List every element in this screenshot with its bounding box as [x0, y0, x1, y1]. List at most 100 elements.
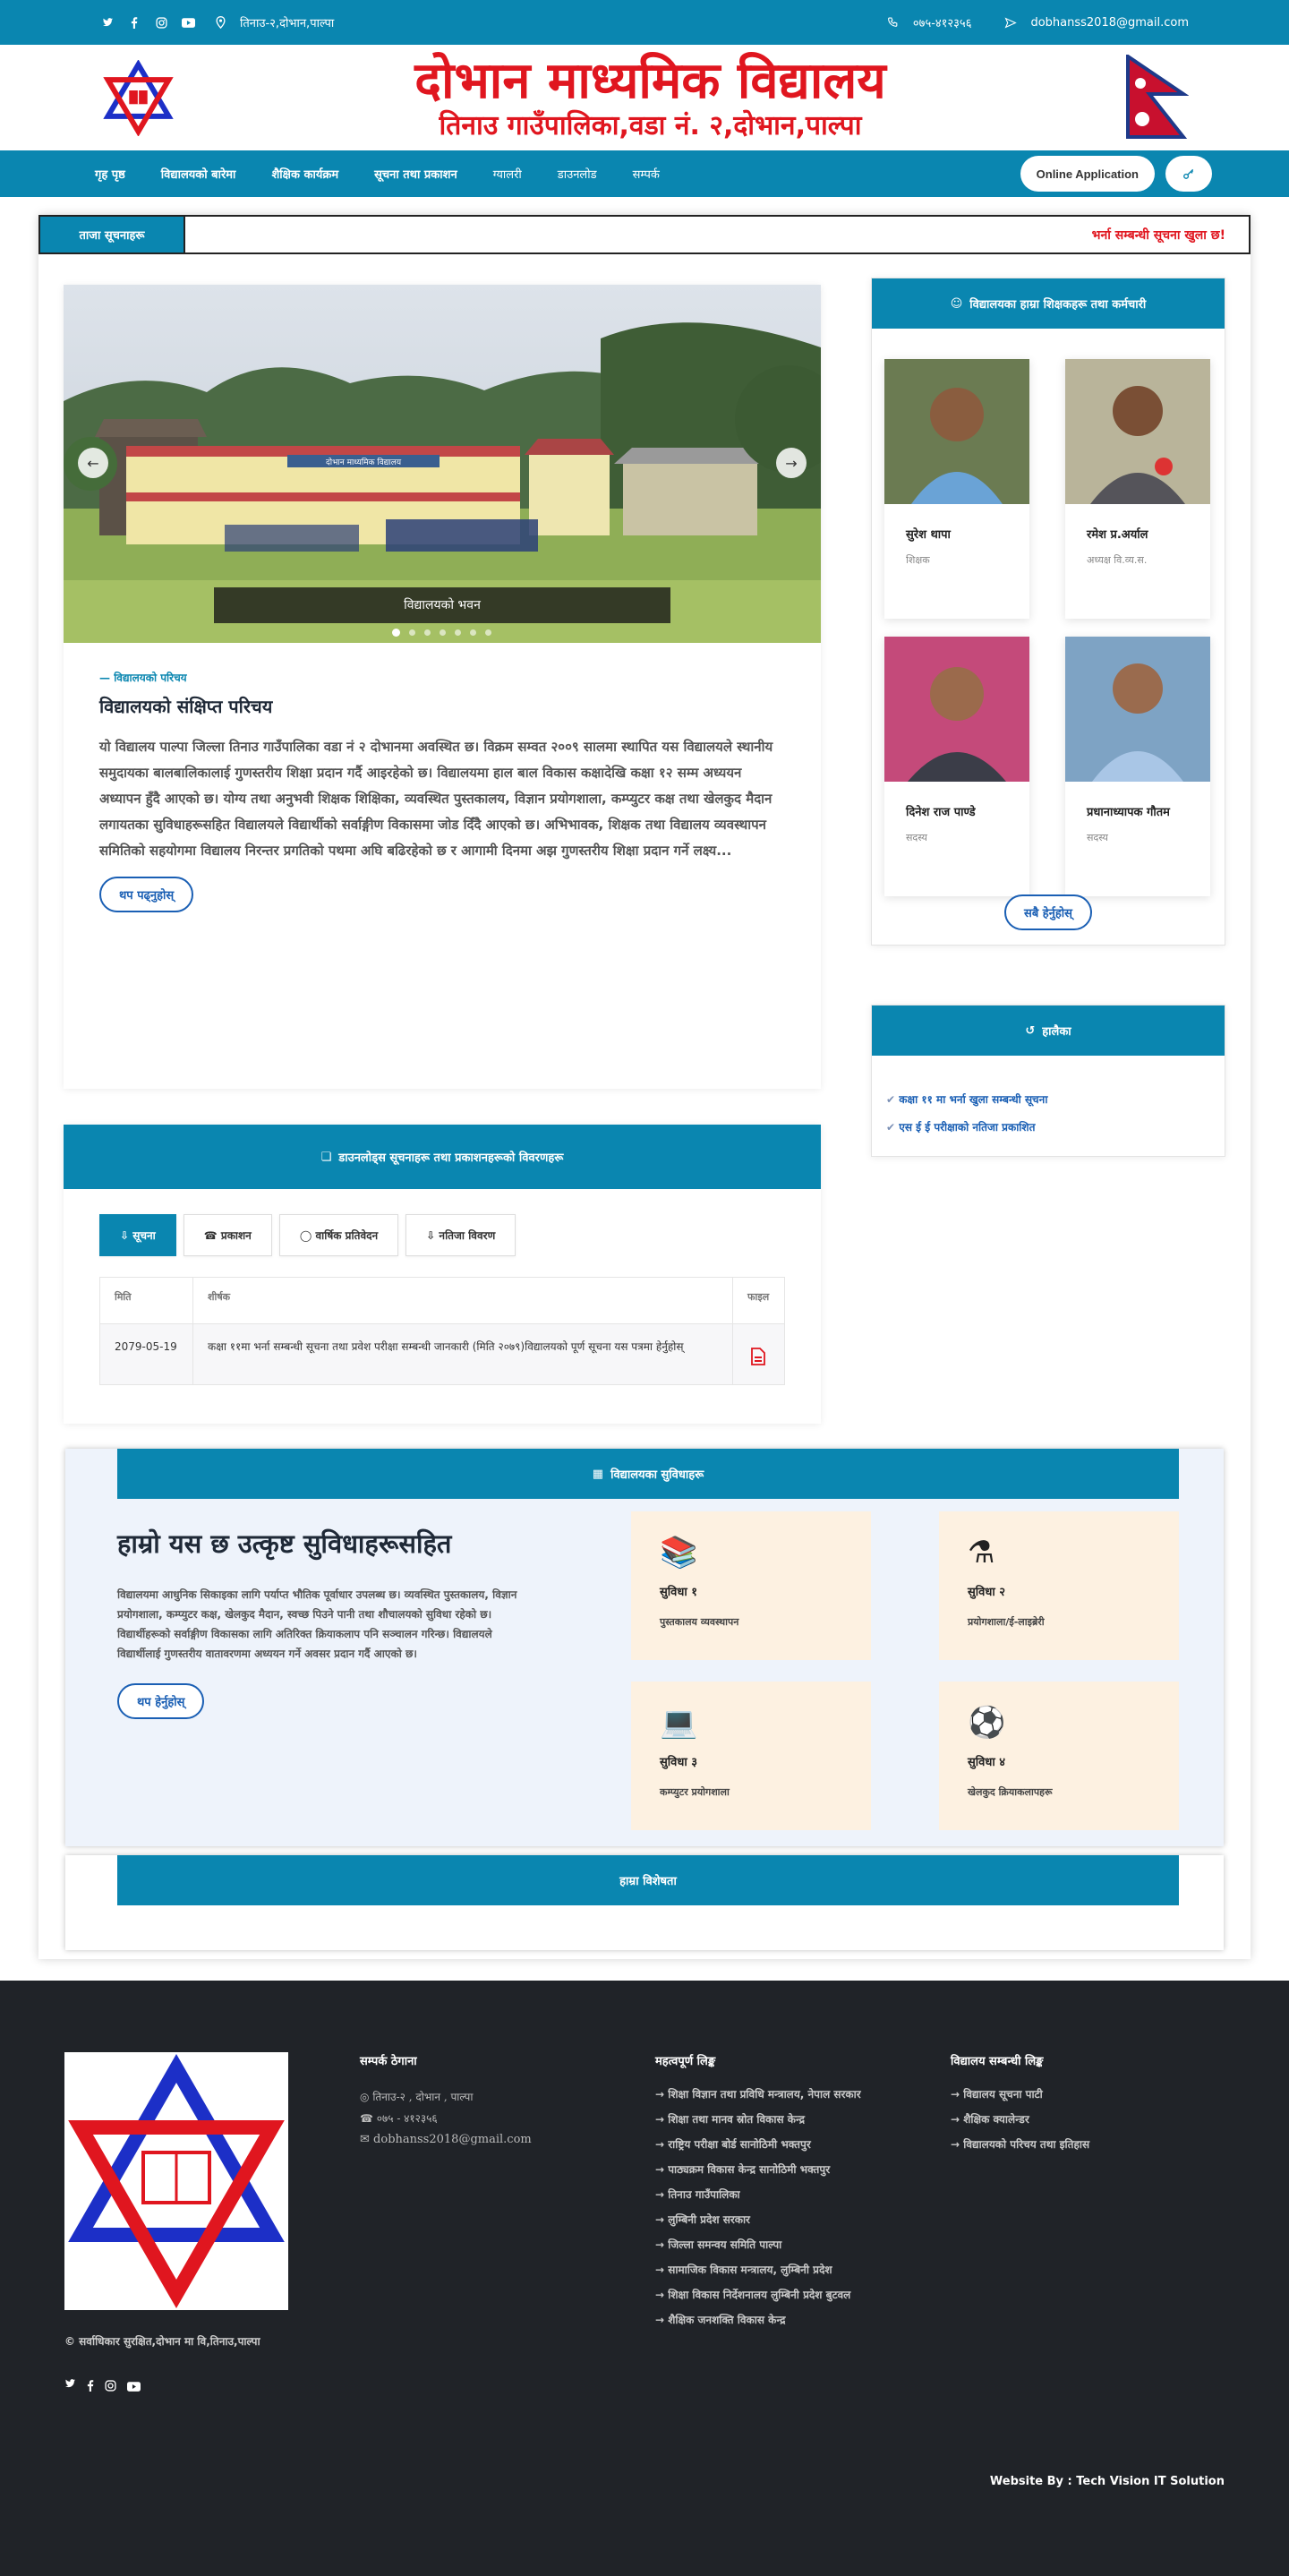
instagram-icon[interactable]	[154, 15, 168, 30]
nav-item-academics[interactable]: शैक्षिक कार्यक्रम	[253, 166, 356, 182]
footer-links: महत्वपूर्ण लिङ्क → शिक्षा विज्ञान तथा प्…	[655, 2052, 924, 2337]
footer-phone[interactable]: ☎ ०७५ - ४१२३५६	[360, 2108, 602, 2129]
facebook-icon[interactable]	[127, 15, 141, 30]
image-slider: दोभान माध्यमिक विद्यालय ← → विद्यालयको भ…	[64, 285, 821, 643]
nav-item-home[interactable]: गृह पृष्ठ	[77, 166, 143, 182]
youtube-icon[interactable]	[127, 2378, 141, 2395]
nav-item-gallery[interactable]: ग्यालरी	[475, 166, 540, 182]
footer-link[interactable]: → पाठ्यक्रम विकास केन्द्र सानोठिमी भक्तप…	[655, 2161, 924, 2178]
arrow-right-icon: →	[655, 2163, 669, 2176]
slider-dot[interactable]	[470, 629, 476, 636]
facility-card[interactable]: ⚽ सुविधा ४ खेलकुद क्रियाकलापहरू	[939, 1682, 1179, 1830]
footer-contact-title: सम्पर्क ठेगाना	[360, 2055, 417, 2068]
slide-caption: विद्यालयको भवन	[214, 587, 670, 623]
footer-link-text: शैक्षिक जनशक्ति विकास केन्द्र	[668, 2314, 786, 2326]
arrow-right-icon: →	[655, 2264, 669, 2276]
footer-link[interactable]: → शैक्षिक क्यालेन्डर	[951, 2111, 1219, 2127]
footer-link-text: तिनाउ गाउँपालिका	[668, 2188, 740, 2201]
intro-read-more-button[interactable]: थप पढ्नुहोस्	[99, 877, 194, 912]
footer-link[interactable]: → जिल्ला समन्वय समिति पाल्पा	[655, 2237, 924, 2253]
tab-annual-report[interactable]: ◯ वार्षिक प्रतिवेदन	[278, 1214, 399, 1256]
arrow-left-icon: ←	[87, 454, 99, 472]
staff-card[interactable]: रमेश प्र.अर्याल अध्यक्ष वि.व्य.स.	[1065, 359, 1210, 619]
footer-link-text: जिल्ला समन्वय समिति पाल्पा	[668, 2238, 782, 2251]
facilities-more-button[interactable]: थप हेर्नुहोस्	[117, 1683, 205, 1719]
slider-dot[interactable]	[485, 629, 491, 636]
facility-card[interactable]: 💻 सुविधा ३ कम्प्युटर प्रयोगशाला	[631, 1682, 871, 1830]
slider-dot[interactable]	[392, 629, 400, 637]
facility-title: सुविधा ४	[968, 1756, 1006, 1769]
twitter-icon[interactable]	[64, 2378, 76, 2395]
intro-title: विद्यालयको संक्षिप्त परिचय	[99, 696, 273, 717]
staff-role: सदस्य	[1087, 832, 1108, 843]
arrow-right-icon: →	[655, 2113, 669, 2126]
row-file[interactable]	[732, 1323, 785, 1385]
footer-link-text: शिक्षा विज्ञान तथा प्रविधि मन्त्रालय, ने…	[668, 2088, 861, 2101]
staff-name: प्रधानाध्यापक गौतम	[1087, 806, 1170, 819]
intro-section: — विद्यालयको परिचय विद्यालयको संक्षिप्त …	[64, 643, 821, 1089]
school-name: दोभान माध्यमिक विद्यालय	[414, 52, 886, 110]
notice-ticker-text[interactable]: भर्ना सम्बन्धी सूचना खुला छ!	[185, 227, 1249, 244]
slider-prev-button[interactable]: ←	[78, 448, 108, 478]
footer-social-links	[64, 2378, 288, 2395]
staff-card[interactable]: प्रधानाध्यापक गौतम सदस्य	[1065, 637, 1210, 896]
footer-link[interactable]: → विद्यालय सूचना पाटी	[951, 2086, 1219, 2102]
footer-link[interactable]: → सामाजिक विकास मन्त्रालय, लुम्बिनी प्रद…	[655, 2262, 924, 2278]
footer-link[interactable]: → राष्ट्रिय परीक्षा बोर्ड सानोठिमी भक्तप…	[655, 2136, 924, 2152]
site-footer: © सर्वाधिकार सुरक्षित,दोभान मा वि,तिनाउ,…	[0, 1981, 1289, 2576]
footer-link-text: लुम्बिनी प्रदेश सरकार	[668, 2213, 750, 2226]
facility-title: सुविधा २	[968, 1586, 1006, 1599]
nav-item-downloads[interactable]: डाउनलोड	[540, 166, 615, 182]
slider-dot[interactable]	[409, 629, 415, 636]
footer-link[interactable]: → लुम्बिनी प्रदेश सरकार	[655, 2212, 924, 2228]
footer-credit[interactable]: Website By : Tech Vision IT Solution	[990, 2475, 1225, 2488]
youtube-icon[interactable]	[181, 15, 195, 30]
downloads-header: ❏ डाउनलोड्स सूचनाहरू तथा प्रकाशनहरूको वि…	[64, 1125, 821, 1189]
staff-photo	[1065, 359, 1210, 504]
slider-next-button[interactable]: →	[776, 448, 807, 478]
computer-icon: 💻	[660, 1705, 698, 1741]
twitter-icon[interactable]	[100, 15, 115, 30]
topbar-phone[interactable]: ०७५-४१२३५६	[913, 14, 972, 30]
instagram-icon[interactable]	[105, 2378, 116, 2395]
slider-dots	[392, 629, 491, 637]
nav-item-about[interactable]: विद्यालयको बारेमा	[143, 166, 254, 182]
facebook-icon[interactable]	[87, 2378, 94, 2395]
intro-kicker: — विद्यालयको परिचय	[99, 672, 187, 684]
login-key-button[interactable]	[1165, 156, 1212, 192]
footer-link[interactable]: → शिक्षा विज्ञान तथा प्रविधि मन्त्रालय, …	[655, 2086, 924, 2102]
tab-result[interactable]: ⇩ नतिजा विवरण	[405, 1214, 516, 1256]
send-icon	[1003, 15, 1018, 30]
staff-panel-header: ☺ विद्यालयका हाम्रा शिक्षकहरू तथा कर्मचा…	[872, 278, 1225, 329]
footer-link[interactable]: → शैक्षिक जनशक्ति विकास केन्द्र	[655, 2312, 924, 2328]
features-title: हाम्रा विशेषता	[619, 1875, 677, 1888]
arrow-right-icon: →	[655, 2289, 669, 2301]
slider-dot[interactable]	[424, 629, 431, 636]
slider-dot[interactable]	[455, 629, 461, 636]
recent-item[interactable]: ✔ एस ई ई परीक्षाको नतिजा प्रकाशित	[886, 1119, 1210, 1134]
staff-card[interactable]: सुरेश थापा शिक्षक	[884, 359, 1029, 619]
footer-link[interactable]: → शिक्षा विकास निर्देशनालय लुम्बिनी प्रद…	[655, 2287, 924, 2303]
tab-publication[interactable]: ☎ प्रकाशन	[183, 1214, 272, 1256]
footer-link[interactable]: → तिनाउ गाउँपालिका	[655, 2187, 924, 2203]
slider-dot[interactable]	[440, 629, 446, 636]
footer-link[interactable]: → शिक्षा तथा मानव स्रोत विकास केन्द्र	[655, 2111, 924, 2127]
topbar-email[interactable]: dobhanss2018@gmail.com	[1030, 16, 1189, 30]
recent-item[interactable]: ✔ कक्षा ११ मा भर्ना खुला सम्बन्धी सूचना	[886, 1091, 1210, 1107]
school-logo[interactable]	[100, 59, 176, 136]
tab-annual-report-label: वार्षिक प्रतिवेदन	[315, 1229, 379, 1242]
footer-school-logo	[64, 2052, 288, 2310]
pdf-file-icon[interactable]	[751, 1348, 765, 1365]
online-application-button[interactable]: Online Application	[1020, 156, 1155, 192]
view-all-staff-button[interactable]: सबै हेर्नुहोस्	[1004, 894, 1092, 930]
footer-link[interactable]: → विद्यालयको परिचय तथा इतिहास	[951, 2136, 1219, 2152]
footer-email[interactable]: ✉ dobhanss2018@gmail.com	[360, 2129, 602, 2151]
nav-item-contact[interactable]: सम्पर्क	[615, 166, 678, 182]
footer-phone-text: ०७५ - ४१२३५६	[376, 2112, 438, 2125]
facility-card[interactable]: ⚗ सुविधा २ प्रयोगशाला/ई-लाइब्रेरी	[939, 1511, 1179, 1660]
tab-notice[interactable]: ⇩ सूचना	[99, 1214, 176, 1256]
nav-item-notices[interactable]: सूचना तथा प्रकाशन	[356, 166, 475, 182]
facility-card[interactable]: 📚 सुविधा १ पुस्तकालय व्यवस्थापन	[631, 1511, 871, 1660]
staff-card[interactable]: दिनेश राज पाण्डे सदस्य	[884, 637, 1029, 896]
intro-card: दोभान माध्यमिक विद्यालय ← → विद्यालयको भ…	[64, 285, 821, 1089]
